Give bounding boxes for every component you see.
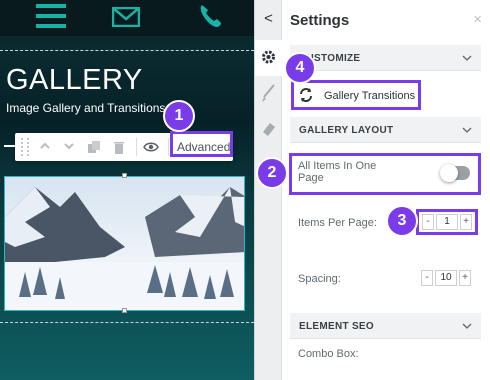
section-gallery-layout[interactable]: GALLERY LAYOUT: [290, 117, 481, 143]
phone-icon[interactable]: [198, 2, 224, 30]
section-element-seo-label: ELEMENT SEO: [299, 321, 374, 332]
spacing-stepper: - 10 +: [419, 268, 477, 288]
items-per-page-decrement[interactable]: -: [422, 214, 434, 230]
callout-badge-2: 2: [256, 157, 288, 189]
spacing-decrement[interactable]: -: [421, 270, 433, 286]
resize-handle-top[interactable]: [122, 173, 127, 178]
brush-icon[interactable]: [255, 76, 282, 112]
section-element-seo[interactable]: ELEMENT SEO: [290, 313, 481, 339]
spacing-label: Spacing:: [298, 273, 341, 285]
gallery-image[interactable]: [4, 176, 245, 311]
chevron-down-icon: [462, 323, 472, 329]
gallery-transitions-button[interactable]: Gallery Transitions: [291, 80, 421, 110]
mail-icon[interactable]: [112, 7, 140, 27]
combo-box-label: Combo Box:: [298, 348, 359, 360]
callout-badge-1: 1: [163, 100, 195, 132]
gear-icon[interactable]: [255, 40, 282, 76]
close-icon[interactable]: ×: [473, 11, 482, 28]
page-canvas: GALLERY Image Gallery and Transitions. A…: [0, 0, 254, 380]
resize-handle-bottom[interactable]: [122, 308, 127, 313]
menu-icon[interactable]: [36, 4, 66, 28]
visibility-icon[interactable]: [143, 140, 159, 154]
drag-handle-icon[interactable]: [21, 138, 29, 156]
gallery-subtitle[interactable]: Image Gallery and Transitions.: [6, 101, 169, 115]
chevron-down-icon: [462, 55, 472, 61]
transition-icon: [300, 88, 312, 102]
callout-badge-4: 4: [284, 52, 316, 84]
items-per-page-increment[interactable]: +: [460, 214, 472, 230]
chevron-down-icon[interactable]: [63, 139, 75, 153]
callout-highlight-advanced: [170, 131, 233, 157]
items-per-page-label: Items Per Page:: [298, 217, 377, 229]
toggle-knob: [440, 164, 458, 182]
all-items-one-page-toggle[interactable]: [440, 164, 470, 182]
all-items-one-page-row: All Items In One Page: [289, 153, 481, 195]
top-nav-bar: [0, 0, 254, 36]
section-customize[interactable]: CUSTOMIZE: [290, 45, 481, 71]
callout-badge-3: 3: [386, 205, 418, 237]
gallery-title[interactable]: GALLERY: [6, 64, 143, 97]
toolbar-divider: [136, 138, 137, 156]
chevron-down-icon: [462, 127, 472, 133]
items-per-page-value[interactable]: 1: [436, 214, 458, 230]
spacing-value[interactable]: 10: [435, 270, 457, 286]
section-border-top: [0, 50, 254, 51]
all-items-one-page-label: All Items In One Page: [298, 160, 377, 184]
trash-icon[interactable]: [112, 140, 126, 154]
toolbar-divider: [168, 138, 169, 156]
back-icon[interactable]: <: [255, 0, 282, 38]
spacing-increment[interactable]: +: [459, 270, 471, 286]
section-gallery-layout-label: GALLERY LAYOUT: [299, 125, 394, 136]
gallery-transitions-label: Gallery Transitions: [324, 90, 416, 102]
chevron-up-icon[interactable]: [39, 139, 51, 153]
copy-icon[interactable]: [87, 140, 101, 154]
eraser-icon[interactable]: [255, 112, 282, 148]
items-per-page-stepper: - 1 +: [416, 209, 478, 235]
panel-rail: <: [255, 0, 282, 380]
panel-title: Settings: [290, 12, 350, 29]
section-border-bottom: [0, 322, 254, 323]
